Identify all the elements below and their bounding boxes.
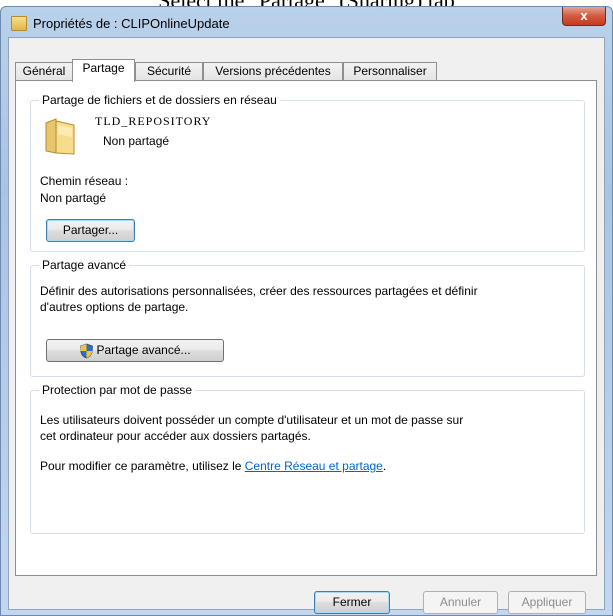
properties-dialog: Propriétés de : CLIPOnlineUpdate x Génér… (0, 6, 613, 616)
advanced-sharing-button-label: Partage avancé... (96, 343, 191, 357)
window-title: Propriétés de : CLIPOnlineUpdate (33, 16, 230, 31)
network-path-value: Non partagé (40, 191, 107, 205)
advanced-sharing-group-title: Partage avancé (39, 258, 130, 272)
advanced-sharing-description-line1: Définir des autorisations personnalisées… (40, 284, 478, 298)
sharing-tab-panel: Partage de fichiers et de dossiers en ré… (15, 80, 597, 576)
advanced-sharing-group: Partage avancé Définir des autorisations… (30, 258, 585, 377)
network-path-label: Chemin réseau : (40, 174, 129, 188)
password-protection-group: Protection par mot de passe Les utilisat… (30, 383, 585, 534)
password-modify-prefix: Pour modifier ce paramètre, utilisez le (40, 459, 245, 473)
password-description-line2: cet ordinateur pour accéder aux dossiers… (40, 429, 311, 443)
title-bar: Propriétés de : CLIPOnlineUpdate x (1, 7, 612, 37)
password-protection-group-title: Protection par mot de passe (39, 383, 196, 397)
tab-previous-versions[interactable]: Versions précédentes (203, 62, 343, 81)
folder-name: TLD_REPOSITORY (95, 114, 212, 128)
cancel-button[interactable]: Annuler (423, 591, 498, 614)
uac-shield-icon (80, 343, 94, 359)
network-sharing-group: Partage de fichiers et de dossiers en ré… (30, 93, 585, 252)
share-status: Non partagé (103, 134, 170, 148)
advanced-sharing-description-line2: d'autres options de partage. (40, 300, 189, 314)
tab-general[interactable]: Général (15, 62, 73, 81)
apply-button[interactable]: Appliquer (508, 591, 586, 614)
password-description-line1: Les utilisateurs doivent posséder un com… (40, 413, 464, 427)
share-button[interactable]: Partager... (46, 219, 135, 242)
shared-folder-icon (45, 118, 75, 155)
dialog-client-area: Général Partage Sécurité Versions précéd… (8, 37, 605, 614)
tab-customize[interactable]: Personnaliser (343, 62, 437, 81)
close-button[interactable]: Fermer (314, 591, 390, 614)
tab-sharing[interactable]: Partage (72, 59, 135, 82)
password-modify-text: Pour modifier ce paramètre, utilisez le … (40, 459, 386, 473)
tab-security[interactable]: Sécurité (135, 62, 203, 81)
password-modify-suffix: . (382, 459, 387, 473)
network-sharing-center-link[interactable]: Centre Réseau et partage (245, 459, 383, 473)
folder-icon (11, 16, 27, 31)
advanced-sharing-button[interactable]: Partage avancé... (46, 339, 224, 362)
close-window-button[interactable]: x (562, 7, 606, 26)
network-sharing-group-title: Partage de fichiers et de dossiers en ré… (39, 93, 280, 107)
